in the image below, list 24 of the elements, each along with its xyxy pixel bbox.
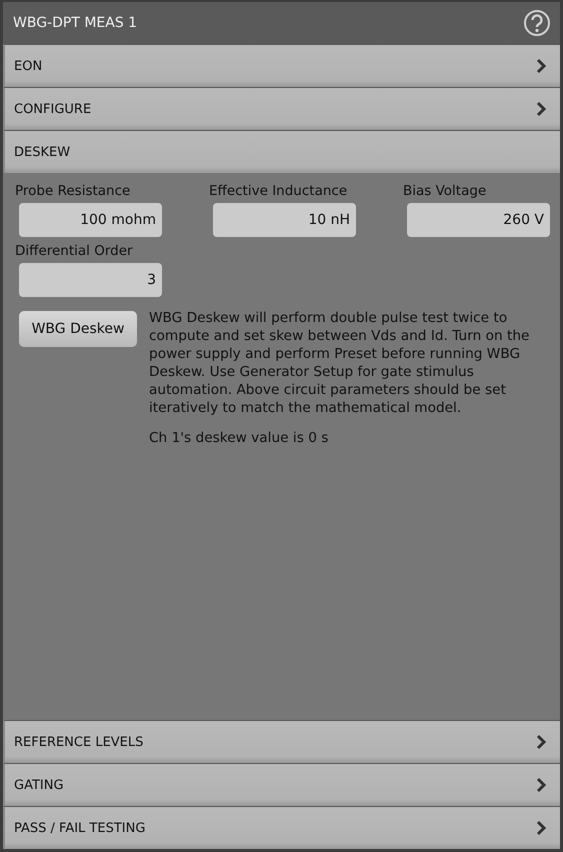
panel-title: WBG-DPT MEAS 1: [13, 15, 138, 31]
input-field[interactable]: 100 mohm: [19, 203, 162, 237]
field-label: Effective Inductance: [209, 183, 348, 199]
input-field[interactable]: 3: [19, 263, 162, 297]
deskew-button[interactable]: WBG Deskew: [19, 311, 137, 347]
description-text: WBG Deskew will perform double pulse test twice to compute and set skew between Vds and Id. Turn on the power supply and perform Preset before running WBG Deskew. Use Generator Setup for gate stimulus automation. Above circuit parameters should be set iteratively to match the mathematical model.: [149, 309, 530, 417]
help-icon[interactable]: [523, 9, 551, 37]
status-text: Ch 1's deskew value is 0 s: [149, 429, 330, 447]
chevron-right-icon: [536, 734, 546, 750]
input-field[interactable]: 260 V: [407, 203, 550, 237]
section-header[interactable]: GATING: [3, 763, 560, 806]
chevron-right-icon: [536, 820, 546, 836]
chevron-right-icon: [536, 58, 546, 74]
field-label: Bias Voltage: [403, 183, 488, 199]
section-header[interactable]: REFERENCE LEVELS: [3, 720, 560, 763]
section-header[interactable]: DESKEW: [3, 130, 560, 173]
chevron-right-icon: [536, 101, 546, 117]
field-label: Differential Order: [15, 243, 134, 259]
section-header[interactable]: CONFIGURE: [3, 87, 560, 130]
input-field[interactable]: 10 nH: [213, 203, 356, 237]
field-label: Probe Resistance: [15, 183, 132, 199]
section-header[interactable]: EON: [3, 44, 560, 87]
chevron-right-icon: [536, 777, 546, 793]
section-header[interactable]: PASS / FAIL TESTING: [3, 806, 560, 849]
